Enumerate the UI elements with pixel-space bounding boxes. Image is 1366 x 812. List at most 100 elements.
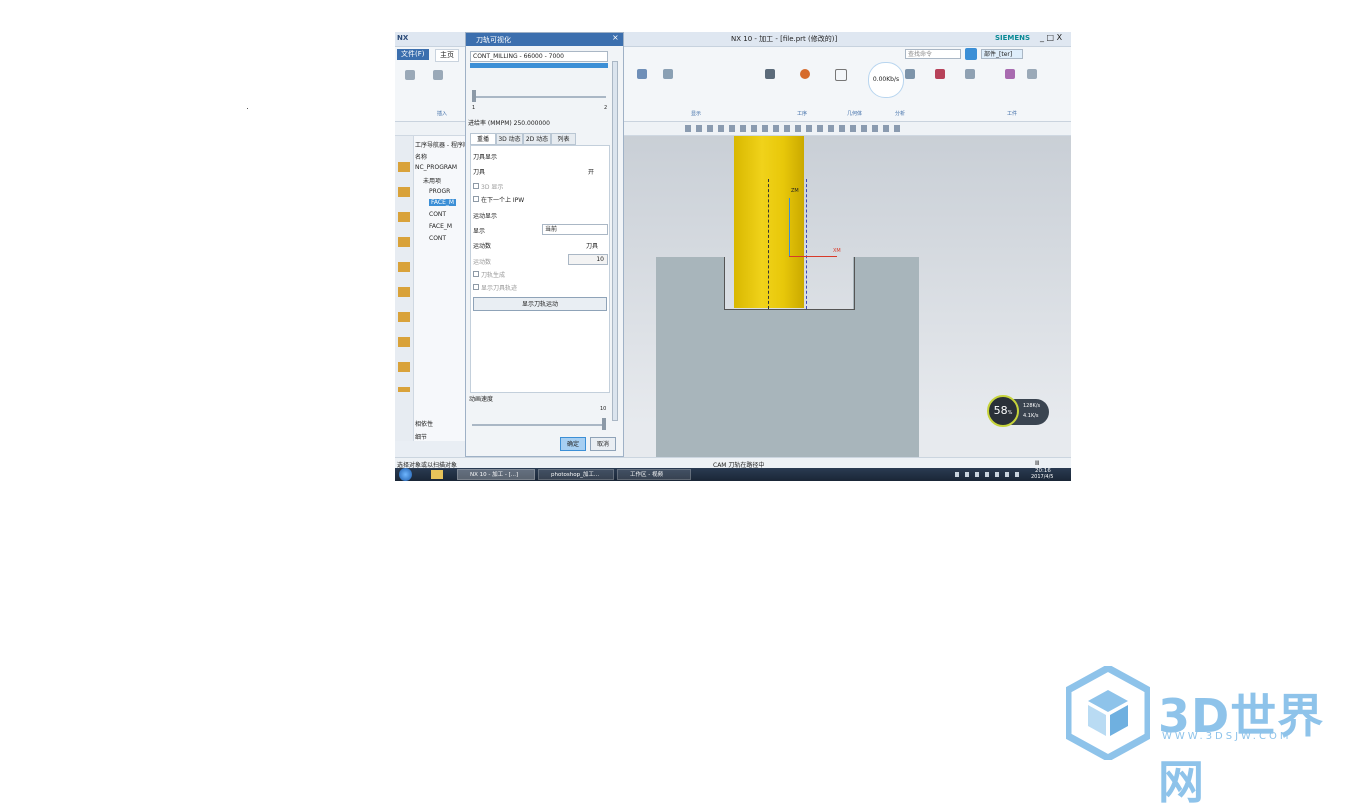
tree-item[interactable]: CONT [429, 211, 446, 218]
part-icon[interactable] [1005, 69, 1015, 79]
plus-icon[interactable] [835, 69, 847, 81]
search-input[interactable]: 查找命令 [905, 49, 961, 59]
workpiece-bottom [721, 309, 855, 457]
tab-replay[interactable]: 重播 [470, 133, 496, 145]
dialog-scrollbar[interactable] [612, 61, 618, 421]
status-right: Ⅲ [1035, 460, 1040, 467]
group-display: 显示 [691, 111, 702, 117]
slider-min: 1 [472, 105, 476, 111]
tree-item-selected[interactable]: FACE_M [429, 199, 457, 206]
taskbar-photoshop[interactable]: photoshop_加工... [538, 469, 614, 480]
axis-z [789, 198, 790, 256]
tab-file[interactable]: 文件(F) [397, 49, 429, 60]
position-slider-track[interactable] [472, 96, 606, 98]
dialog-title-bar: 刀轨可视化 × [466, 33, 623, 46]
taskbar-nx[interactable]: NX 10 - 加工 - [...] [457, 469, 535, 480]
tree-item[interactable]: FACE_M [429, 223, 452, 230]
part-selector[interactable]: 部件_[ter] [981, 49, 1023, 59]
gauge-upload: 128K/s [1023, 403, 1041, 409]
tree-item[interactable]: NC_PROGRAM [415, 164, 457, 171]
feed-rate-label: 进给率 (MMPM) 250.000000 [468, 120, 550, 127]
display-dropdown[interactable]: 当前 [542, 224, 608, 235]
checkbox-update-ipw[interactable] [473, 196, 479, 202]
siemens-brand: SIEMENS [995, 34, 1031, 42]
axis-x [789, 256, 837, 257]
speed-badge: 0.00Kb/s [868, 62, 904, 98]
tab-2d-dynamic[interactable]: 2D 动态 [523, 133, 551, 145]
list-scrollbar[interactable] [470, 63, 608, 68]
group-geometry: 几何体 [847, 111, 863, 117]
animation-speed-handle[interactable] [602, 418, 606, 430]
display-label: 显示 [473, 228, 486, 235]
mode-label: 运动数 [473, 243, 492, 250]
checkbox-3d[interactable] [473, 183, 479, 189]
mode-dropdown[interactable]: 刀具 [586, 241, 598, 250]
screenshot-frame: NX NX 10 - 加工 - [file.prt (修改的)] SIEMENS… [395, 32, 1071, 481]
animation-speed-max: 10 [600, 406, 607, 412]
dependency-panel[interactable]: 相依性 [415, 419, 433, 428]
checkbox-path[interactable] [473, 271, 479, 277]
tree-item[interactable]: PROGR [429, 188, 450, 195]
tool-label: 刀具 [473, 169, 486, 176]
workpiece-icon[interactable] [935, 69, 945, 79]
watermark-text: 3D世界网 [1158, 689, 1325, 809]
window-controls[interactable]: _ □ X [1040, 33, 1062, 42]
tray-icons[interactable] [955, 472, 1021, 477]
explorer-icon[interactable] [431, 470, 443, 479]
slider-max: 2 [604, 105, 608, 111]
cancel-button[interactable]: 取消 [590, 437, 616, 451]
view-icons[interactable] [685, 125, 905, 132]
clock-date[interactable]: 2017/4/5 [1031, 474, 1053, 480]
tool-dropdown[interactable]: 开 [588, 167, 594, 176]
details-panel[interactable]: 细节 [415, 432, 427, 441]
resource-icons[interactable] [398, 162, 410, 392]
tree-item[interactable]: CONT [429, 235, 446, 242]
workpiece-right [853, 257, 919, 457]
animation-speed-label: 动画速度 [469, 396, 494, 403]
toolpath-right [806, 179, 807, 309]
display-icon[interactable] [637, 69, 647, 79]
milling-tool [734, 136, 804, 308]
animation-speed-track[interactable] [472, 424, 606, 426]
create-program-icon[interactable] [405, 70, 415, 80]
dialog-title: 刀轨可视化 [476, 36, 511, 44]
tab-home[interactable]: 主页 [435, 49, 459, 62]
group-workpiece: 工件 [1007, 111, 1018, 117]
ok-button[interactable]: 确定 [560, 437, 586, 451]
nx-logo: NX [397, 34, 409, 42]
gauge-download: 4.1K/s [1023, 413, 1039, 419]
axis-x-label: XM [833, 248, 841, 254]
toolpath-left [768, 179, 769, 309]
window-title: NX 10 - 加工 - [file.prt (修改的)] [731, 35, 838, 43]
tab-list[interactable]: 列表 [551, 133, 576, 145]
toolpath-list[interactable]: CONT_MILLING - 66000 - 7000 [470, 51, 608, 62]
count-input[interactable]: 10 [568, 254, 608, 265]
group-analysis: 分析 [895, 111, 906, 117]
watermark-url: WWW.3DSJW.COM [1162, 731, 1292, 742]
measure-icon[interactable] [965, 69, 975, 79]
section-motion-display: 运动显示 [473, 213, 498, 220]
graphics-viewport[interactable]: ZM XM 58% 128K/s 4.1K/s [621, 136, 1071, 457]
tab-3d-dynamic[interactable]: 3D 动态 [496, 133, 523, 145]
count-label: 运动数 [473, 259, 492, 266]
group-insert: 插入 [437, 111, 448, 117]
command-finder-icon[interactable] [965, 48, 977, 60]
dialog-close-icon[interactable]: × [612, 33, 619, 42]
create-tool-icon[interactable] [433, 70, 443, 80]
tree-item[interactable]: 未用项 [423, 176, 441, 185]
taskbar-workspace[interactable]: 工作区 - 视频 [617, 469, 691, 480]
position-slider-handle[interactable] [472, 90, 476, 102]
workpiece-left [656, 257, 724, 457]
checkbox-3d-label: 3D 显示 [481, 184, 504, 191]
start-button[interactable] [399, 468, 412, 481]
toolpath-visualization-dialog: 刀轨可视化 × CONT_MILLING - 66000 - 7000 1 2 … [465, 32, 624, 457]
stray-dot [247, 108, 248, 109]
tools-icon[interactable] [1027, 69, 1037, 79]
flag-icon[interactable] [765, 69, 775, 79]
checkbox-tool-trace[interactable] [473, 284, 479, 290]
gauge-circle: 58% [987, 395, 1019, 427]
verify-icon[interactable] [800, 69, 810, 79]
analysis-icon[interactable] [905, 69, 915, 79]
more-icon[interactable] [663, 69, 673, 79]
show-toolpath-button[interactable]: 显示刀轨运动 [473, 297, 607, 311]
